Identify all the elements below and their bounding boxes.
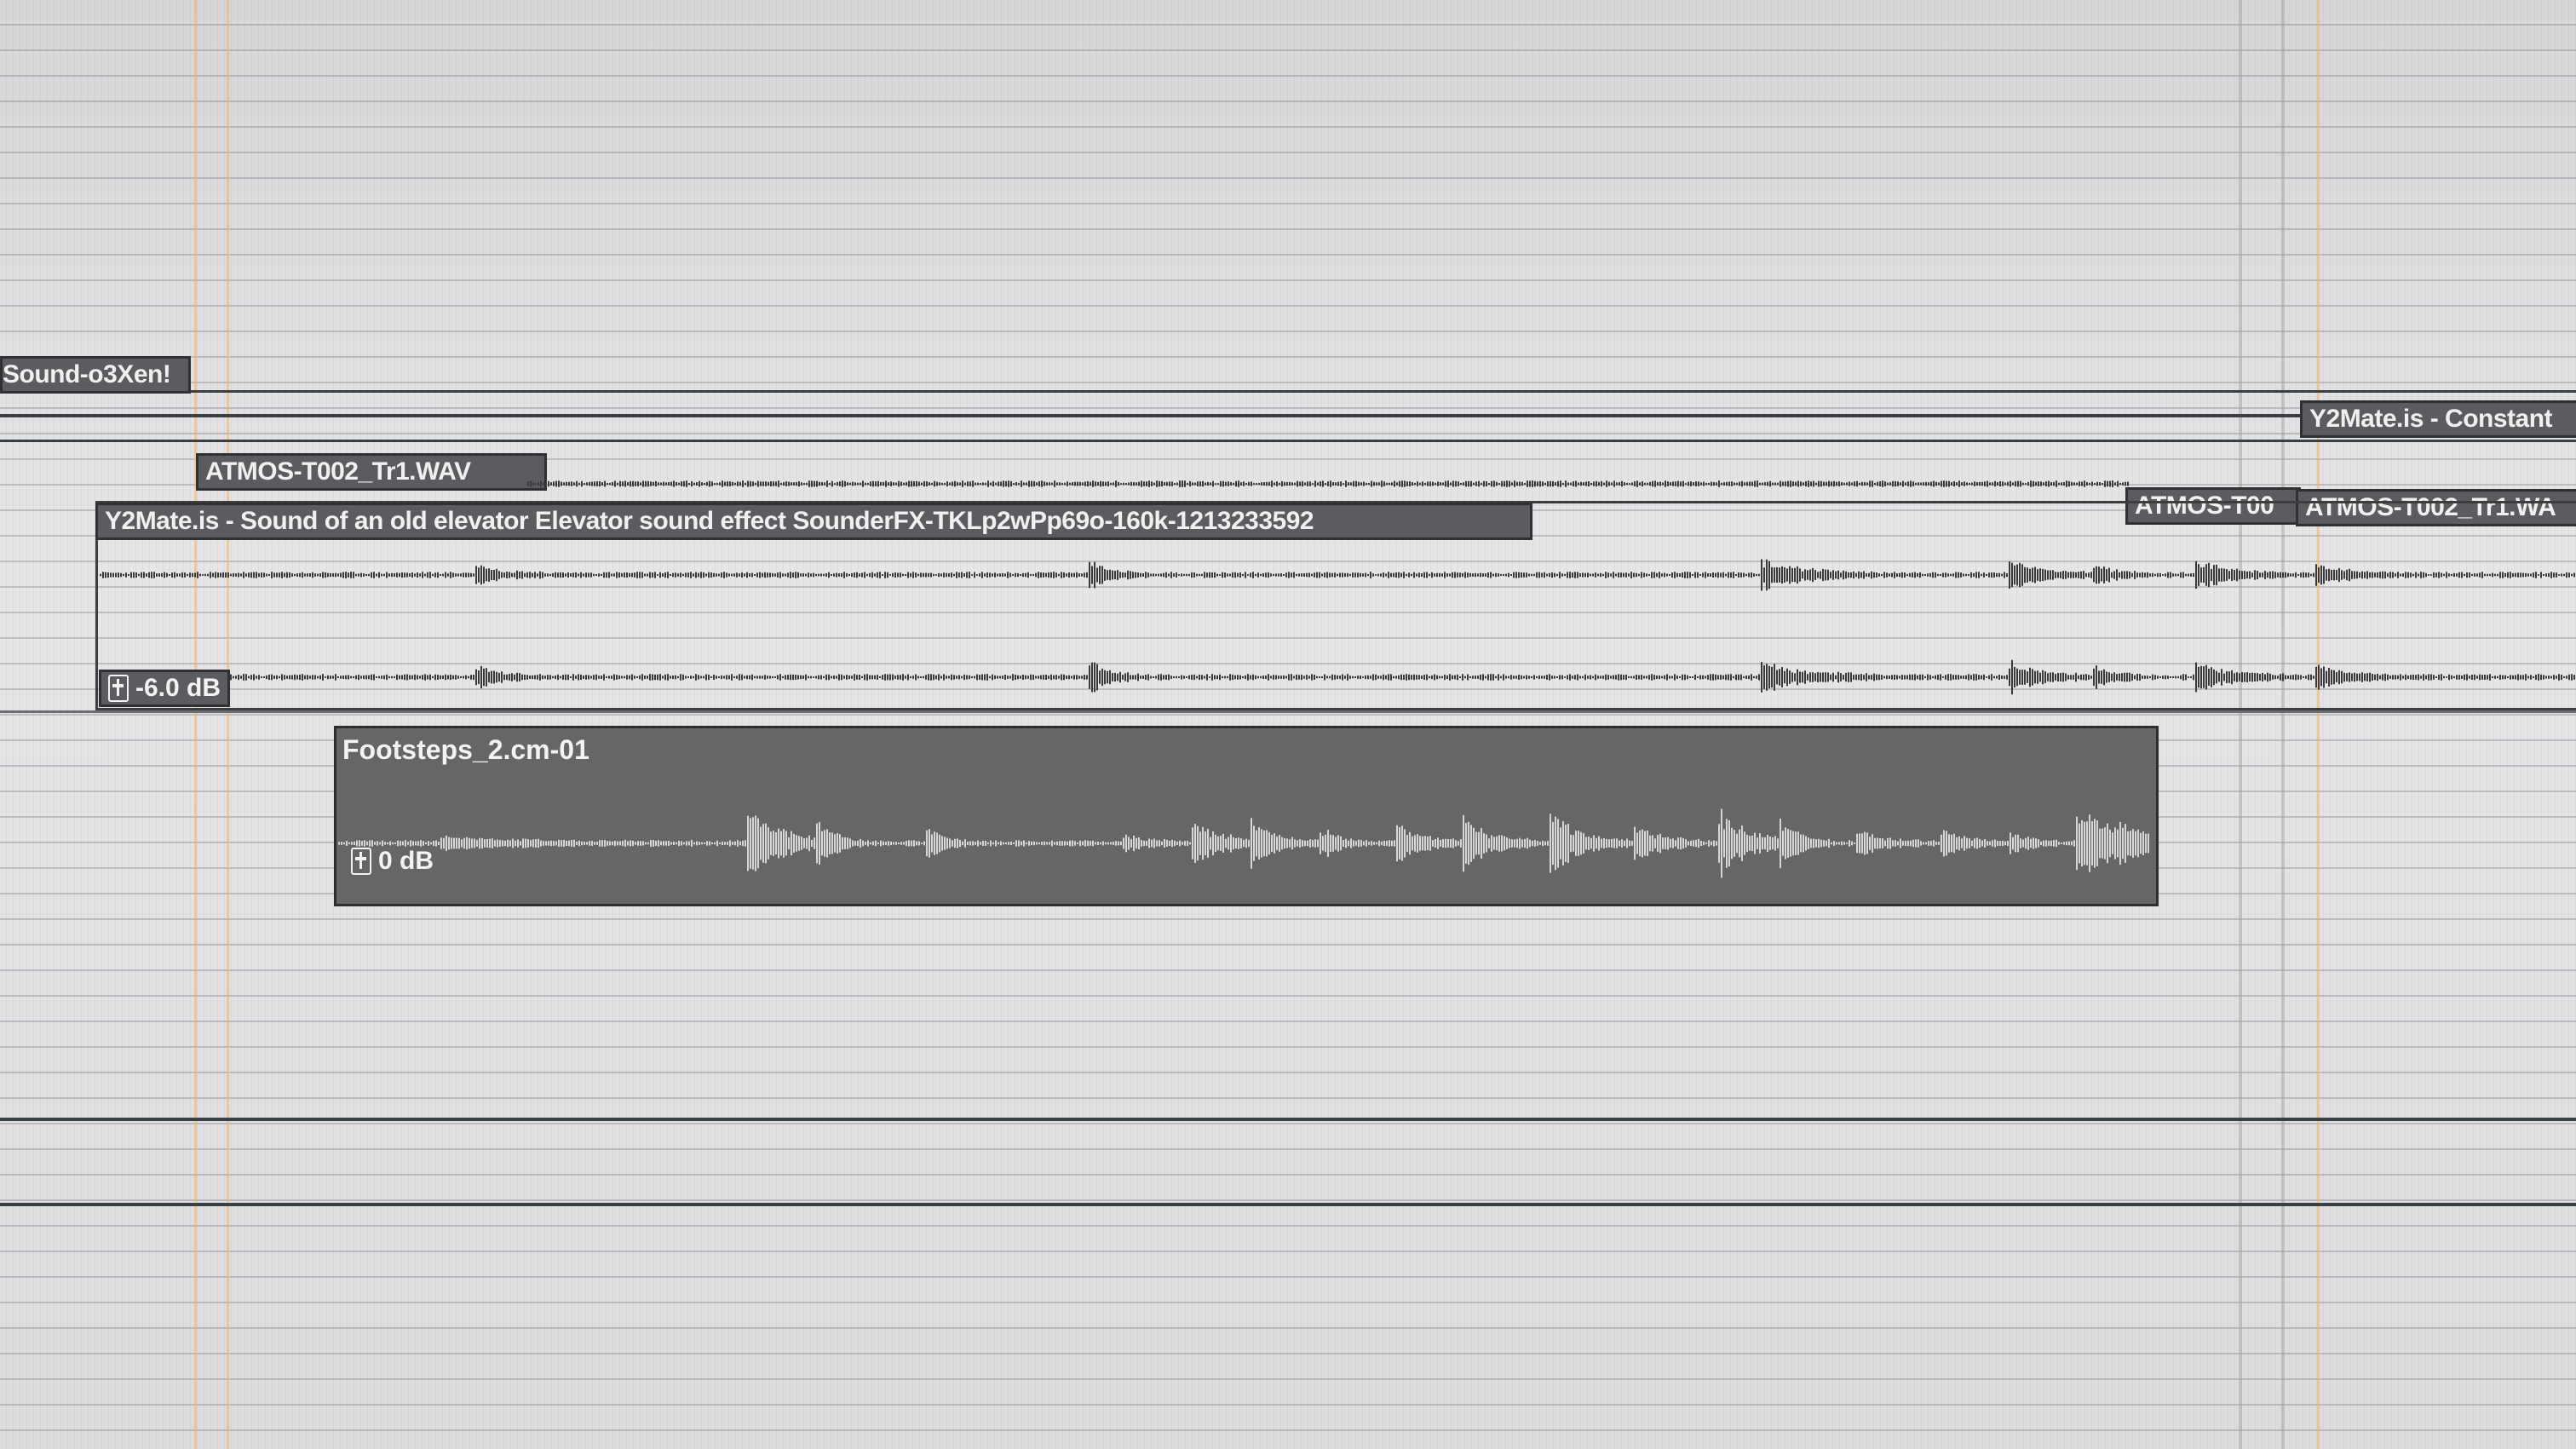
track-separator	[0, 1203, 2576, 1206]
elevator-gain-badge[interactable]: -6.0 dB	[99, 670, 231, 707]
footsteps-gain-value: 0 dB	[378, 847, 434, 875]
grid-marker	[2281, 0, 2285, 1449]
clip-constant-label[interactable]: Y2Mate.is - Constant	[2300, 400, 2576, 438]
grid-marker	[227, 0, 229, 1449]
atmos-waveform[interactable]	[527, 467, 2130, 501]
track-separator	[0, 440, 2576, 442]
elevator-waveform-bottom	[100, 659, 2575, 695]
clip-elevator-label[interactable]: Y2Mate.is - Sound of an old elevator Ele…	[95, 503, 1532, 540]
footsteps-waveform	[338, 808, 2149, 878]
grid-marker	[2317, 0, 2320, 1449]
clip-gain-icon[interactable]	[351, 848, 371, 875]
clip-footsteps-label[interactable]: Footsteps_2.cm-01	[342, 733, 589, 767]
clip-sound-label[interactable]: Sound-o3Xen!	[0, 356, 191, 394]
track-separator	[0, 414, 2576, 417]
grid-marker	[2239, 0, 2242, 1449]
timeline-area[interactable]: Sound-o3Xen! Y2Mate.is - Constant ATMOS-…	[0, 0, 2576, 1449]
track-separator	[0, 390, 2576, 393]
clip-gain-icon[interactable]	[108, 675, 129, 702]
grid-marker	[194, 0, 197, 1449]
track-separator	[0, 710, 2576, 713]
elevator-gain-value: -6.0 dB	[135, 674, 221, 702]
clip-atmos-label[interactable]: ATMOS-T002_Tr1.WAV	[196, 453, 547, 491]
footsteps-gain-badge[interactable]: 0 dB	[344, 845, 440, 877]
elevator-waveform-top	[100, 559, 2575, 591]
track-separator	[0, 1118, 2576, 1121]
